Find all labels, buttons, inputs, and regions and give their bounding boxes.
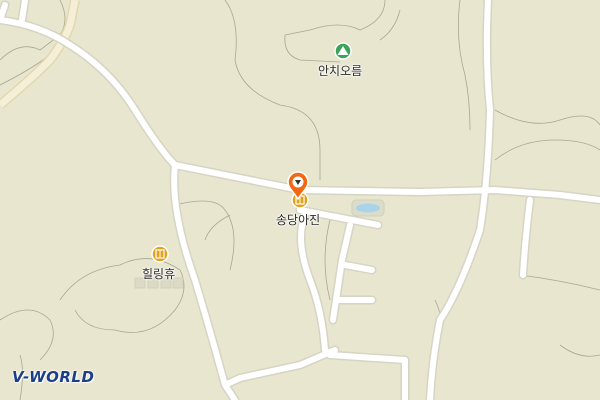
mountain-peak-icon[interactable] — [334, 42, 352, 60]
restaurant-label: 송당아진 — [276, 213, 321, 227]
pond — [351, 199, 385, 217]
map-base-layer — [0, 0, 600, 400]
restaurant-label: 힐링휴 — [142, 267, 176, 281]
peak-label: 안치오름 — [318, 64, 363, 78]
restaurant-icon[interactable] — [151, 245, 169, 263]
map-canvas[interactable]: 안치오름 송당아진 힐링휴 V-WORLD — [0, 0, 600, 400]
vworld-logo: V-WORLD — [12, 368, 95, 386]
